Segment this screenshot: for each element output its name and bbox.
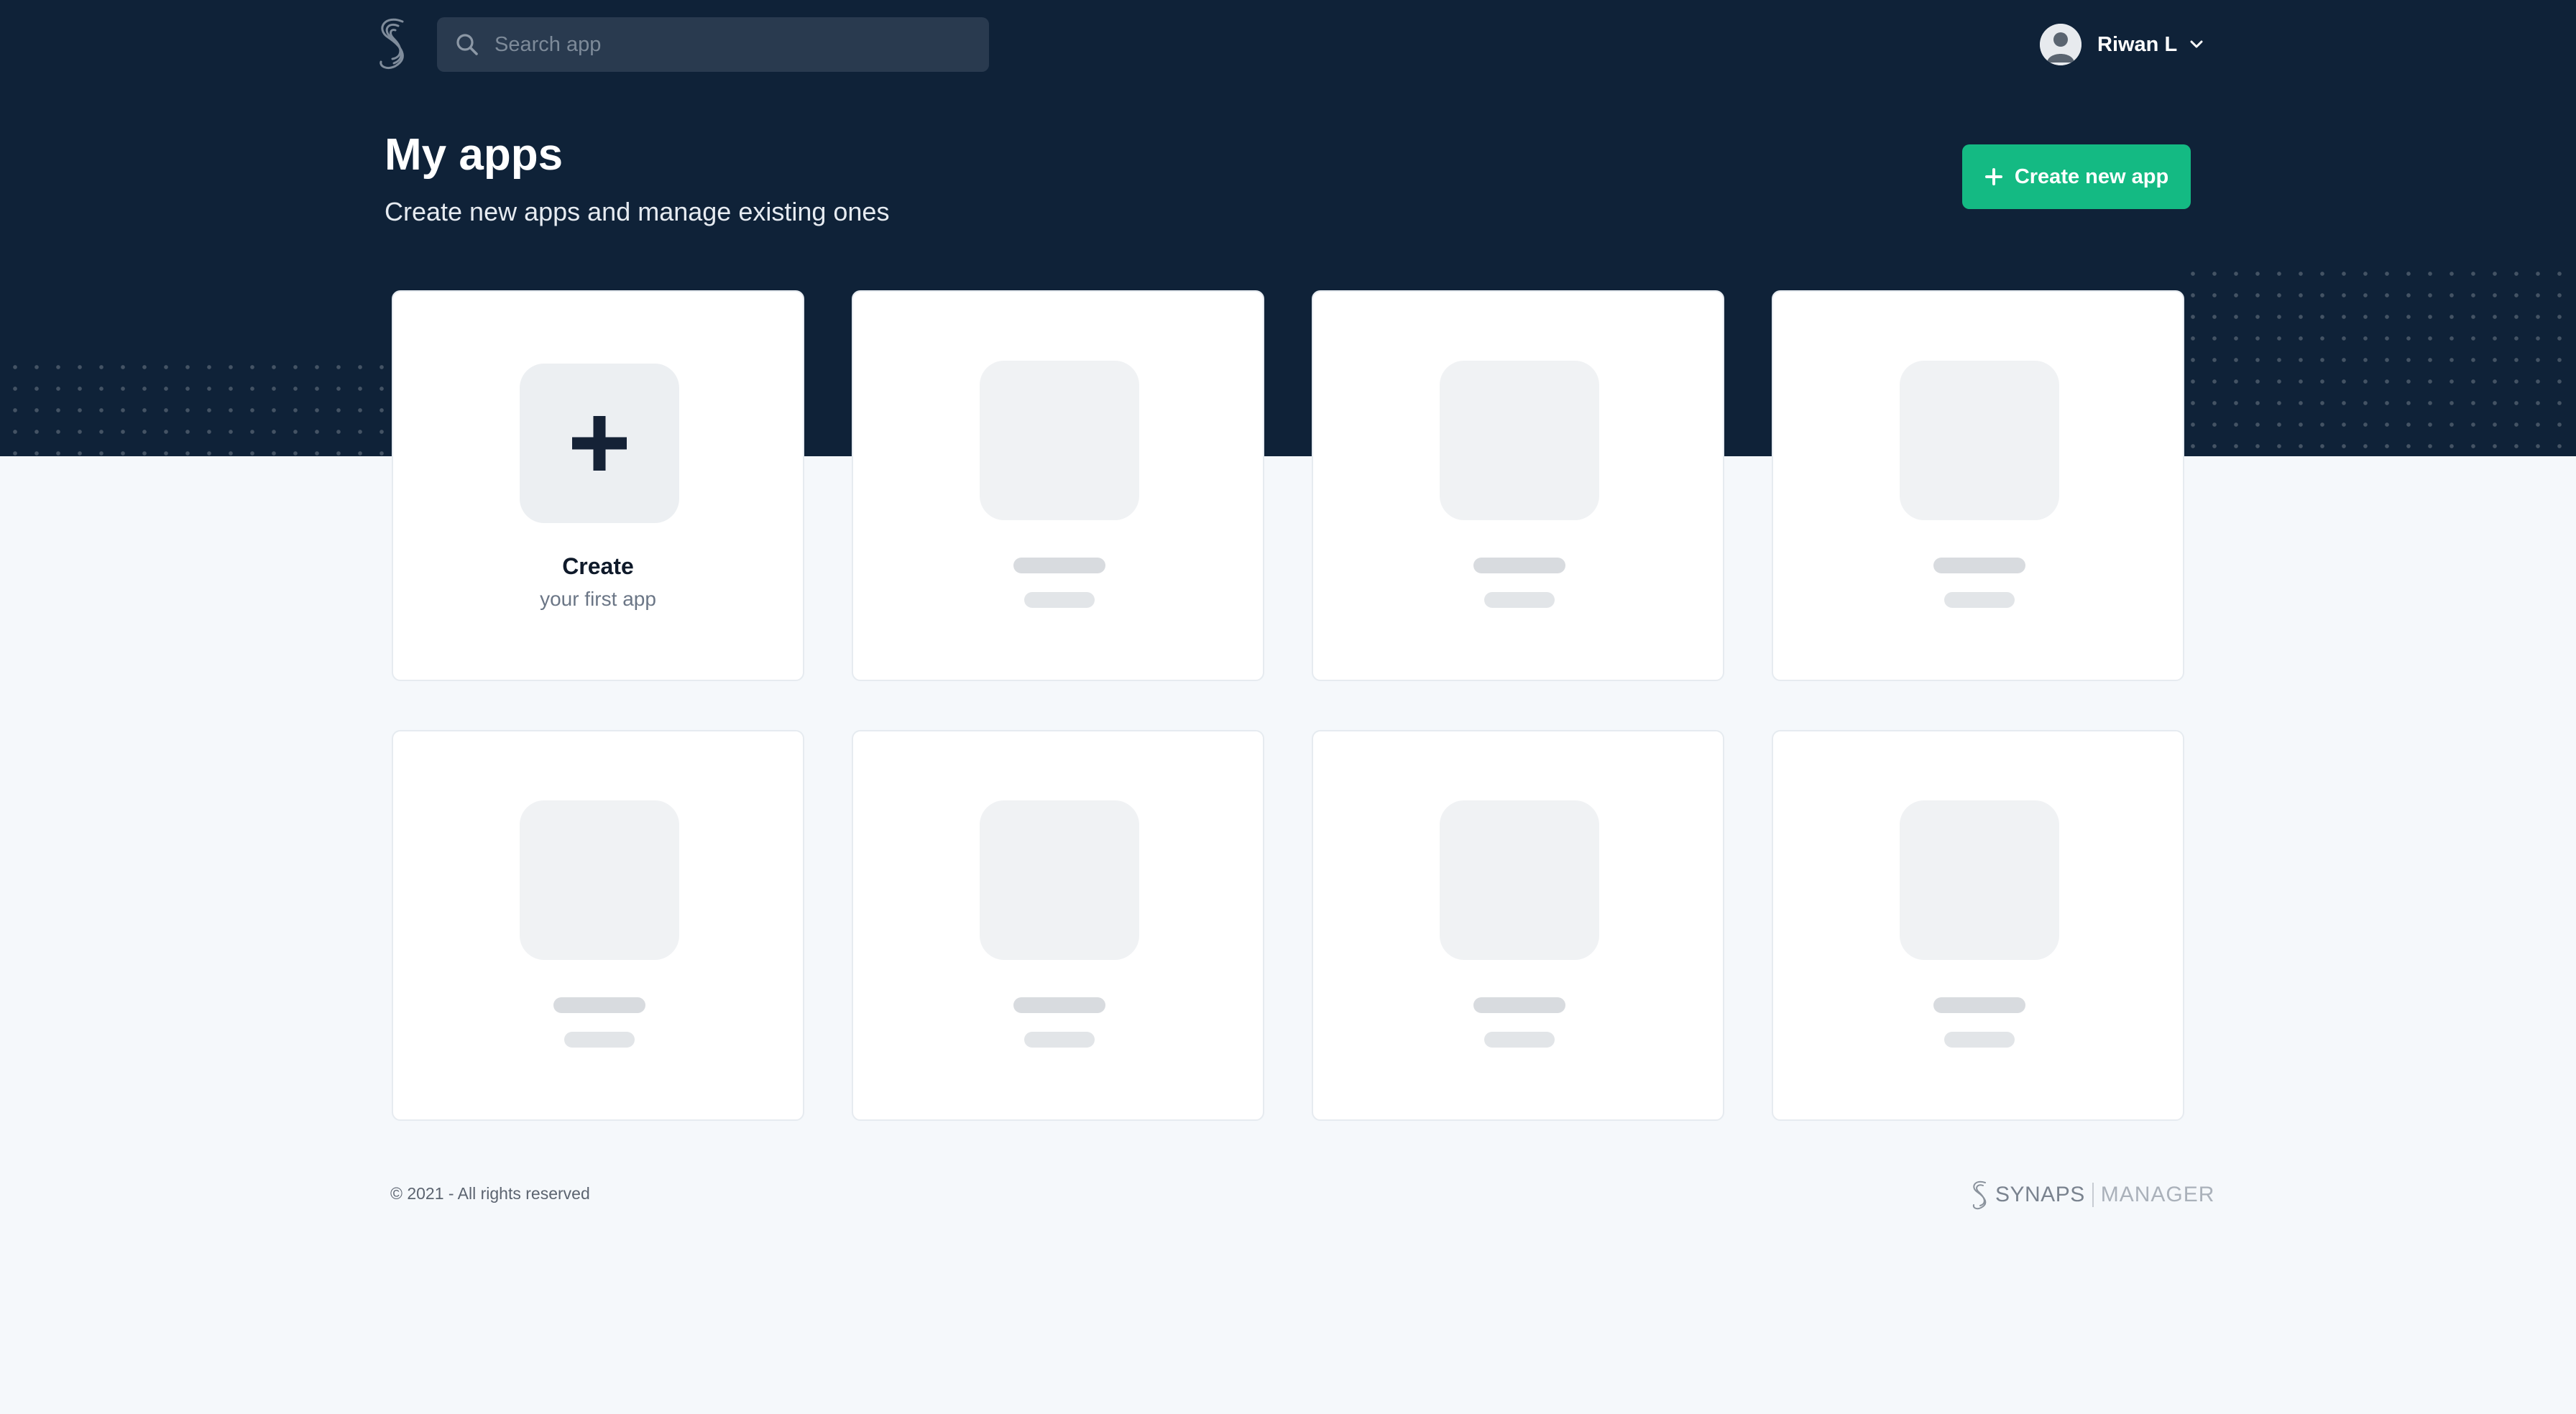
placeholder-line [1473,558,1565,573]
create-new-app-label: Create new app [2014,165,2169,188]
page-subtitle: Create new apps and manage existing ones [385,197,890,226]
app-card-placeholder [1772,290,2184,681]
search-bar[interactable] [437,17,989,72]
dot-pattern-right [2178,259,2576,456]
placeholder-thumbnail [980,361,1139,520]
placeholder-line [1944,592,2015,608]
app-card-placeholder [1312,290,1724,681]
page-title: My apps [385,130,564,180]
placeholder-thumbnail [1900,800,2059,960]
search-icon [456,34,478,55]
placeholder-thumbnail [520,800,679,960]
placeholder-line [1944,1032,2015,1048]
copyright-text: © 2021 - All rights reserved [390,1184,590,1203]
app-card-placeholder [852,290,1264,681]
placeholder-thumbnail [980,800,1139,960]
placeholder-thumbnail [1440,361,1599,520]
placeholder-line [1484,592,1555,608]
create-card-subtitle: your first app [540,588,656,610]
search-input[interactable] [493,22,956,67]
app-card-placeholder [1312,730,1724,1121]
user-name[interactable]: Riwan L [2097,33,2177,57]
plus-icon [572,416,627,471]
placeholder-line [1013,997,1105,1013]
placeholder-line [564,1032,635,1048]
create-new-app-button[interactable]: Create new app [1962,144,2191,209]
placeholder-line [1024,1032,1095,1048]
logo-icon[interactable] [374,16,414,70]
chevron-down-icon[interactable] [2187,35,2206,54]
create-card-title: Create [562,553,634,579]
footer-brand: SYNAPS MANAGER [1969,1178,2214,1211]
placeholder-line [1473,997,1565,1013]
create-app-card[interactable]: Create your first app [392,290,804,681]
user-menu[interactable]: Riwan L [2040,22,2206,68]
placeholder-line [1024,592,1095,608]
app-card-placeholder [852,730,1264,1121]
placeholder-thumbnail [1900,361,2059,520]
dot-pattern-left [0,352,388,456]
app-card-placeholder [1772,730,2184,1121]
app-card-placeholder [392,730,804,1121]
placeholder-line [1484,1032,1555,1048]
placeholder-line [1013,558,1105,573]
placeholder-line [1933,997,2025,1013]
brand-divider [2092,1183,2094,1207]
add-tile[interactable] [520,364,679,523]
brand-product: MANAGER [2100,1183,2215,1206]
placeholder-line [1933,558,2025,573]
avatar[interactable] [2040,24,2082,65]
synaps-logo-icon [1972,1180,1987,1210]
plus-icon [1984,168,2002,185]
placeholder-thumbnail [1440,800,1599,960]
brand-name: SYNAPS [1995,1183,2085,1206]
placeholder-line [553,997,645,1013]
